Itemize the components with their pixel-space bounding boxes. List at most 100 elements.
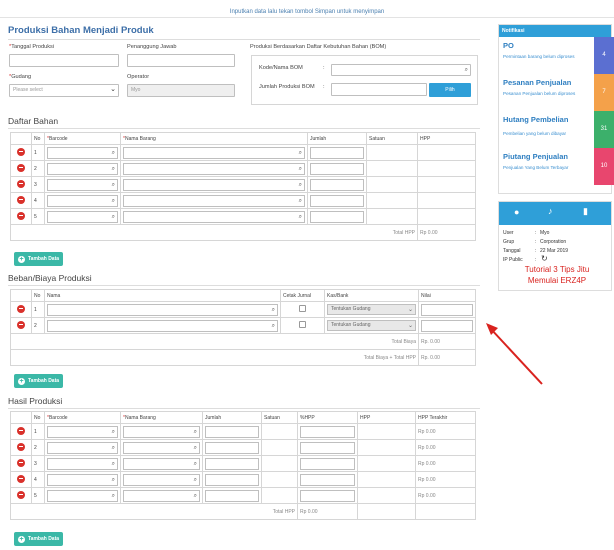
search-icon[interactable]: ⌕	[112, 493, 115, 500]
persen-hpp-input[interactable]	[300, 457, 355, 470]
nama-input[interactable]: ⌕	[123, 178, 305, 191]
barcode-input[interactable]: ⌕	[47, 457, 118, 470]
search-icon[interactable]: ⌕	[194, 429, 197, 436]
jumlah-input[interactable]	[205, 425, 259, 438]
bom-jumlah-input[interactable]	[331, 83, 427, 96]
jumlah-input[interactable]	[310, 162, 364, 175]
nama-input[interactable]: ⌕	[123, 441, 200, 454]
search-icon[interactable]: ⌕	[194, 477, 197, 484]
search-icon[interactable]: ⌕	[112, 477, 115, 484]
persen-hpp-input[interactable]	[300, 441, 355, 454]
barcode-input[interactable]: ⌕	[47, 425, 118, 438]
barcode-input[interactable]: ⌕	[47, 489, 118, 502]
search-icon[interactable]: ⌕	[272, 323, 275, 330]
jumlah-input[interactable]	[310, 178, 364, 191]
search-icon[interactable]: ⌕	[272, 307, 275, 314]
nama-input[interactable]: ⌕	[123, 425, 200, 438]
barcode-input[interactable]: ⌕	[47, 473, 118, 486]
cetak-jurnal-checkbox[interactable]	[299, 321, 306, 328]
jumlah-input[interactable]	[310, 146, 364, 159]
jumlah-input[interactable]	[310, 210, 364, 223]
persen-hpp-input[interactable]	[300, 473, 355, 486]
bom-kode-input[interactable]: ⌕	[331, 64, 471, 76]
barcode-input[interactable]: ⌕	[47, 146, 118, 159]
top-info-bar: Inputkan data lalu tekan tombol Simpan u…	[0, 0, 614, 18]
notif-item-pesanan[interactable]: Pesanan Penjualan Pesanan Penjualan belu…	[499, 74, 614, 111]
refresh-icon[interactable]: ↻	[541, 254, 548, 263]
search-icon[interactable]: ⌕	[299, 198, 302, 205]
nama-input[interactable]: ⌕	[47, 319, 278, 332]
delete-row-icon[interactable]	[17, 490, 25, 499]
notif-item-piutang[interactable]: Piutang Penjualan Penjualan Yang Belum T…	[499, 148, 614, 185]
search-icon[interactable]: ⌕	[112, 182, 115, 189]
gudang-select[interactable]: Please select ⌄	[9, 84, 119, 97]
search-icon[interactable]: ⌕	[112, 166, 115, 173]
delete-row-icon[interactable]	[17, 179, 25, 188]
notif-item-po[interactable]: PO Permintaan barang belum diproses 4	[499, 37, 614, 74]
delete-row-icon[interactable]	[17, 320, 25, 329]
nama-input[interactable]: ⌕	[123, 146, 305, 159]
nama-input[interactable]: ⌕	[123, 194, 305, 207]
delete-row-icon[interactable]	[17, 458, 25, 467]
search-icon[interactable]: ⌕	[299, 166, 302, 173]
document-icon[interactable]: ▮	[583, 206, 588, 217]
delete-row-icon[interactable]	[17, 195, 25, 204]
barcode-input[interactable]: ⌕	[47, 441, 118, 454]
jumlah-input[interactable]	[205, 473, 259, 486]
search-icon[interactable]: ⌕	[299, 214, 302, 221]
barcode-input[interactable]: ⌕	[47, 194, 118, 207]
jumlah-input[interactable]	[310, 194, 364, 207]
delete-row-icon[interactable]	[17, 147, 25, 156]
tambah-hasil-button[interactable]: + Tambah Data	[14, 532, 64, 546]
search-icon[interactable]: ⌕	[465, 67, 468, 74]
persen-hpp-input[interactable]	[300, 489, 355, 502]
divider	[8, 285, 480, 286]
search-icon[interactable]: ⌕	[194, 493, 197, 500]
jumlah-input[interactable]	[205, 489, 259, 502]
persen-hpp-input[interactable]	[300, 425, 355, 438]
search-icon[interactable]: ⌕	[112, 198, 115, 205]
notif-item-hutang[interactable]: Hutang Pembelian Pembelian yang belum di…	[499, 111, 614, 148]
nama-input[interactable]: ⌕	[47, 303, 278, 316]
tanggal-input[interactable]	[9, 54, 119, 67]
nama-input[interactable]: ⌕	[123, 473, 200, 486]
hasil-table: No *Barcode *Nama Barang Jumlah Satuan %HPP HP…	[10, 411, 476, 520]
search-icon[interactable]: ⌕	[112, 150, 115, 157]
delete-row-icon[interactable]	[17, 304, 25, 313]
nama-input[interactable]: ⌕	[123, 457, 200, 470]
pilih-button[interactable]: Pilih	[429, 83, 471, 97]
delete-row-icon[interactable]	[17, 426, 25, 435]
penanggung-input[interactable]	[127, 54, 235, 67]
search-icon[interactable]: ⌕	[299, 150, 302, 157]
search-icon[interactable]: ⌕	[112, 429, 115, 436]
nama-input[interactable]: ⌕	[123, 210, 305, 223]
search-icon[interactable]: ⌕	[112, 214, 115, 221]
delete-row-icon[interactable]	[17, 474, 25, 483]
delete-row-icon[interactable]	[17, 211, 25, 220]
tambah-bahan-button[interactable]: + Tambah Data	[14, 252, 64, 266]
search-icon[interactable]: ⌕	[299, 182, 302, 189]
delete-row-icon[interactable]	[17, 442, 25, 451]
jumlah-input[interactable]	[205, 457, 259, 470]
notification-title: Notifikasi	[499, 25, 611, 37]
search-icon[interactable]: ⌕	[112, 461, 115, 468]
barcode-input[interactable]: ⌕	[47, 210, 118, 223]
beban-table: No Nama Cetak Jurnal Kas/Bank Nilai 1 ⌕ Tentuk…	[10, 289, 476, 366]
nama-input[interactable]: ⌕	[123, 162, 305, 175]
delete-row-icon[interactable]	[17, 163, 25, 172]
kas-select[interactable]: Tentukan Gudang ⌄	[327, 304, 416, 315]
search-icon[interactable]: ⌕	[194, 445, 197, 452]
nama-input[interactable]: ⌕	[123, 489, 200, 502]
kas-select[interactable]: Tentukan Gudang ⌄	[327, 320, 416, 331]
cetak-jurnal-checkbox[interactable]	[299, 305, 306, 312]
barcode-input[interactable]: ⌕	[47, 178, 118, 191]
barcode-input[interactable]: ⌕	[47, 162, 118, 175]
jumlah-input[interactable]	[205, 441, 259, 454]
nilai-input[interactable]	[421, 319, 473, 332]
search-icon[interactable]: ⌕	[194, 461, 197, 468]
user-icon[interactable]: ●	[514, 207, 519, 217]
nilai-input[interactable]	[421, 303, 473, 316]
search-icon[interactable]: ⌕	[112, 445, 115, 452]
bell-icon[interactable]: ♪	[548, 206, 553, 216]
tambah-beban-button[interactable]: + Tambah Data	[14, 374, 64, 388]
